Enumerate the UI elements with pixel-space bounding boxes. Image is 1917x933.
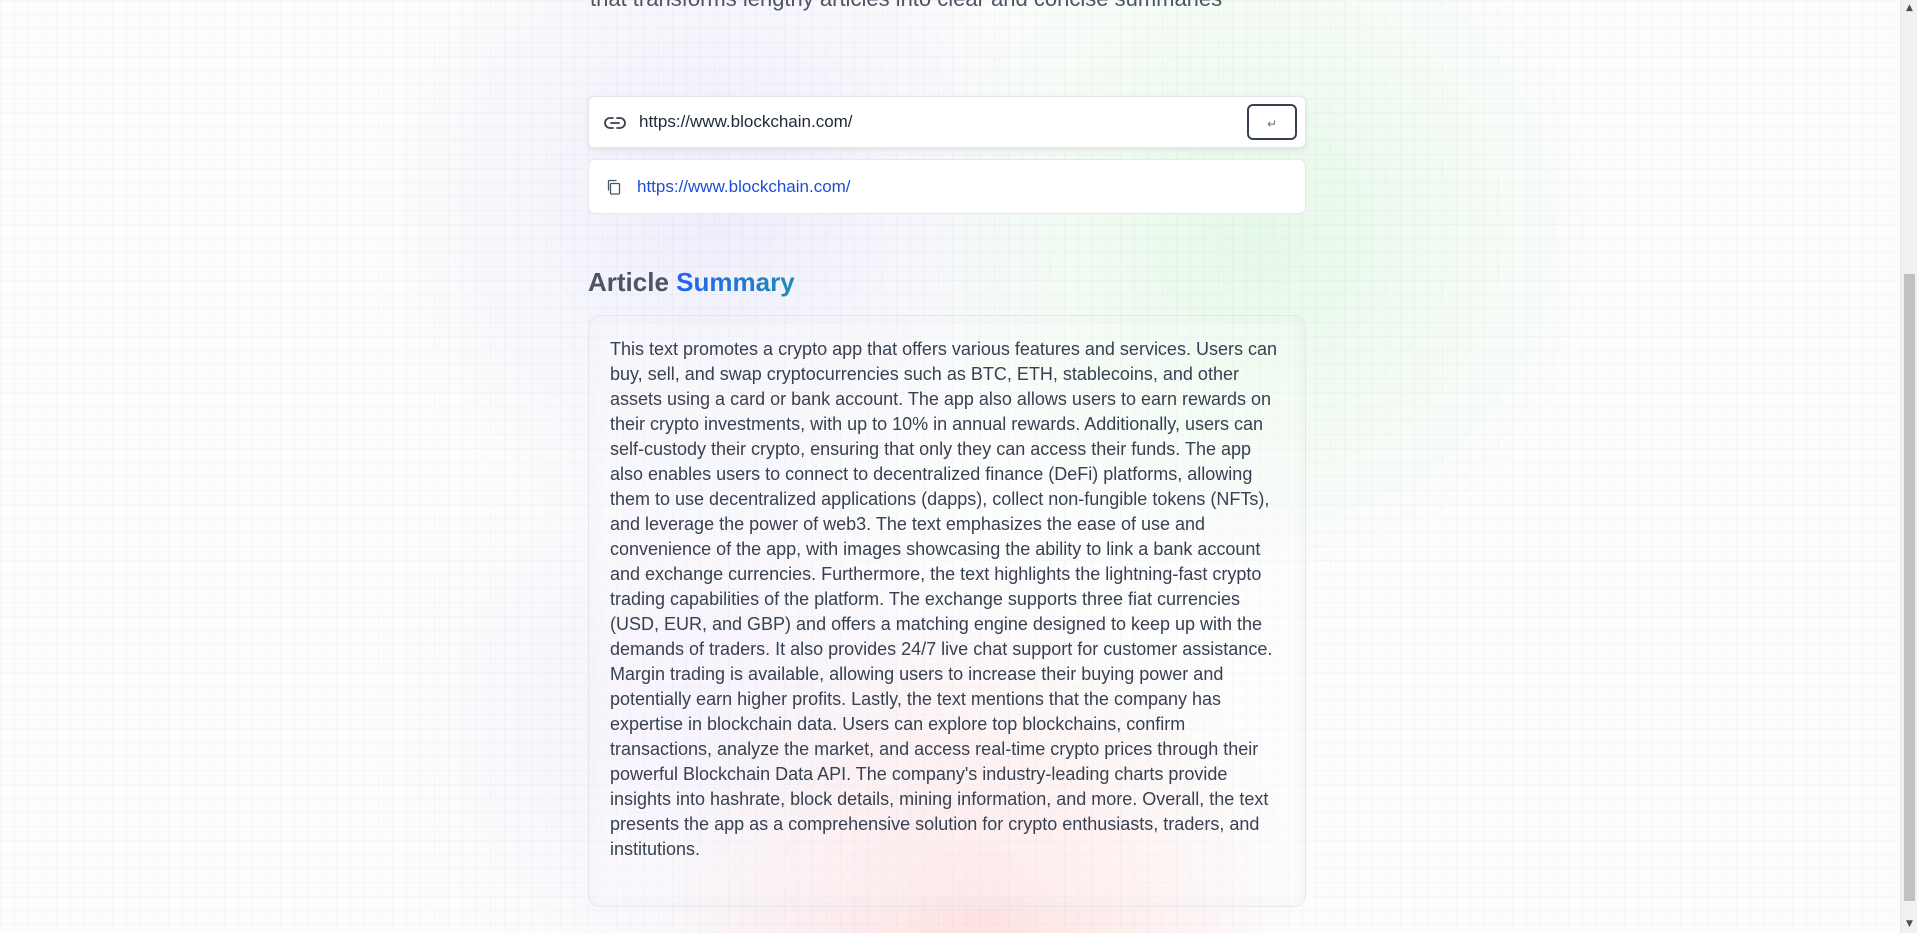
summary-heading: Article Summary (588, 264, 795, 300)
summary-heading-prefix: Article (588, 267, 669, 297)
url-form: ↵ (588, 96, 1306, 148)
scroll-down-arrow-icon[interactable]: ▼ (1901, 916, 1917, 933)
summary-text: This text promotes a crypto app that off… (610, 339, 1277, 859)
summary-box: This text promotes a crypto app that off… (588, 315, 1306, 907)
summary-heading-accent: Summary (676, 267, 795, 297)
history-url-link[interactable]: https://www.blockchain.com/ (637, 177, 851, 197)
submit-button[interactable]: ↵ (1247, 104, 1297, 140)
scroll-up-arrow-icon[interactable]: ▲ (1901, 0, 1917, 17)
scrollbar-thumb[interactable] (1904, 274, 1915, 901)
hero-description: that transforms lengthy articles into cl… (590, 0, 1350, 12)
link-icon (604, 117, 626, 129)
url-input[interactable] (639, 107, 1239, 137)
page-scrollbar[interactable]: ▲ ▼ (1900, 0, 1917, 933)
copy-icon[interactable] (605, 178, 623, 196)
history-item[interactable]: https://www.blockchain.com/ (588, 159, 1306, 214)
